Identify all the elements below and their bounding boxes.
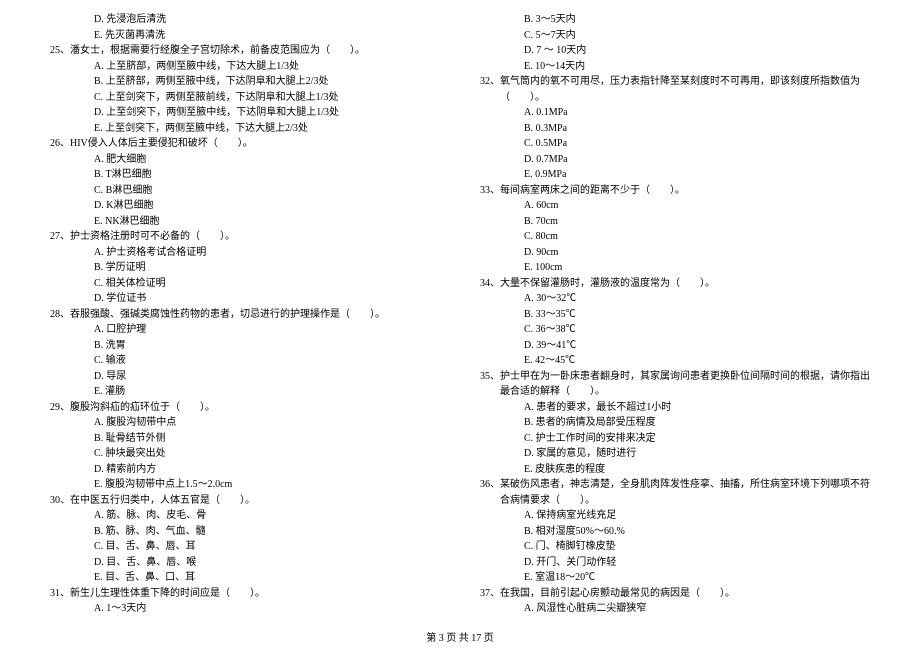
option-line: A. 筋、脉、肉、皮毛、骨 [50,508,440,524]
option-line: E. 先灭菌再清洗 [50,28,440,44]
option-line: D. K淋巴细胞 [50,198,440,214]
option-line: D. 7 ～ 10天内 [480,43,870,59]
page-footer: 第 3 页 共 17 页 [0,631,920,647]
option-line: E. 灌肠 [50,384,440,400]
option-line: A. 0.1MPa [480,105,870,121]
option-line: C. 护士工作时间的安排来决定 [480,431,870,447]
option-line: D. 上至剑突下，两侧至腋中线，下达阴阜和大腿上1/3处 [50,105,440,121]
option-line: A. 30～32℃ [480,291,870,307]
question-line: 37、在我国，目前引起心房颤动最常见的病因是（ ）。 [480,586,870,602]
option-line: C. 5～7天内 [480,28,870,44]
option-line: A. 肥大细胞 [50,152,440,168]
option-line: D. 目、舌、鼻、唇、喉 [50,555,440,571]
option-line: B. 耻骨结节外侧 [50,431,440,447]
option-line: A. 上至脐部，两侧至腋中线，下达大腿上1/3处 [50,59,440,75]
option-line: C. 目、舌、鼻、唇、耳 [50,539,440,555]
option-line: E. NK淋巴细胞 [50,214,440,230]
option-line: B. 上至脐部，两侧至腋中线，下达阴阜和大腿上2/3处 [50,74,440,90]
option-line: B. 筋、脉、肉、气血、髓 [50,524,440,540]
option-line: B. 0.3MPa [480,121,870,137]
option-line: E. 目、舌、鼻、口、耳 [50,570,440,586]
question-line: 36、某破伤风患者，神志清楚，全身肌肉阵发性痉挛、抽搐，所住病室环境下列哪项不符… [480,477,870,508]
option-line: C. 门、椅脚钉橡皮垫 [480,539,870,555]
option-line: C. 上至剑突下，两侧至腋前线，下达阴阜和大腿上1/3处 [50,90,440,106]
page: D. 先浸泡后清洗E. 先灭菌再清洗25、潘女士，根据需要行经腹全子宫切除术，前… [0,0,920,650]
option-line: D. 精索前内方 [50,462,440,478]
option-line: A. 护士资格考试合格证明 [50,245,440,261]
option-line: A. 1～3天内 [50,601,440,617]
option-line: B. 洗胃 [50,338,440,354]
columns: D. 先浸泡后清洗E. 先灭菌再清洗25、潘女士，根据需要行经腹全子宫切除术，前… [50,12,870,617]
option-line: A. 60cm [480,198,870,214]
question-line: 26、HIV侵入人体后主要侵犯和破坏（ ）。 [50,136,440,152]
option-line: E. 42～45℃ [480,353,870,369]
option-line: C. 0.5MPa [480,136,870,152]
option-line: D. 学位证书 [50,291,440,307]
option-line: B. 学历证明 [50,260,440,276]
option-line: D. 39～41℃ [480,338,870,354]
question-line: 35、护士甲在为一卧床患者翻身时，其家属询问患者更换卧位间隔时间的根据，请你指出… [480,369,870,400]
option-line: E. 皮肤疾患的程度 [480,462,870,478]
option-line: C. 80cm [480,229,870,245]
option-line: E. 0.9MPa [480,167,870,183]
option-line: A. 患者的要求，最长不超过1小时 [480,400,870,416]
option-line: C. B淋巴细胞 [50,183,440,199]
option-line: C. 相关体检证明 [50,276,440,292]
option-line: C. 输液 [50,353,440,369]
option-line: D. 先浸泡后清洗 [50,12,440,28]
option-line: B. 33～35℃ [480,307,870,323]
option-line: C. 肿块最突出处 [50,446,440,462]
question-line: 28、吞服强酸、强碱类腐蚀性药物的患者，切忌进行的护理操作是（ ）。 [50,307,440,323]
option-line: E. 100cm [480,260,870,276]
question-line: 30、在中医五行归类中，人体五官是（ ）。 [50,493,440,509]
question-line: 25、潘女士，根据需要行经腹全子宫切除术，前备皮范围应为（ ）。 [50,43,440,59]
question-line: 27、护士资格注册时可不必备的（ ）。 [50,229,440,245]
option-line: B. 70cm [480,214,870,230]
question-line: 34、大量不保留灌肠时，灌肠液的温度常为（ ）。 [480,276,870,292]
option-line: D. 家属的意见，随时进行 [480,446,870,462]
question-line: 32、氧气筒内的氧不可用尽，压力表指针降至某刻度时不可再用，即该刻度所指数值为（… [480,74,870,105]
right-column: B. 3～5天内C. 5～7天内D. 7 ～ 10天内E. 10～14天内32、… [480,12,870,617]
option-line: A. 腹股沟韧带中点 [50,415,440,431]
option-line: B. T淋巴细胞 [50,167,440,183]
option-line: E. 室温18～20℃ [480,570,870,586]
option-line: A. 风湿性心脏病二尖瓣狭窄 [480,601,870,617]
question-line: 33、每间病室两床之间的距离不少于（ ）。 [480,183,870,199]
left-column: D. 先浸泡后清洗E. 先灭菌再清洗25、潘女士，根据需要行经腹全子宫切除术，前… [50,12,440,617]
option-line: E. 上至剑突下，两侧至腋中线，下达大腿上2/3处 [50,121,440,137]
option-line: B. 患者的病情及局部受压程度 [480,415,870,431]
option-line: E. 腹股沟韧带中点上1.5～2.0cm [50,477,440,493]
question-line: 31、新生儿生理性体重下降的时间应是（ ）。 [50,586,440,602]
option-line: C. 36～38℃ [480,322,870,338]
option-line: B. 相对湿度50%～60.% [480,524,870,540]
option-line: D. 开门、关门动作轻 [480,555,870,571]
option-line: D. 0.7MPa [480,152,870,168]
option-line: A. 保持病室光线充足 [480,508,870,524]
option-line: E. 10～14天内 [480,59,870,75]
option-line: D. 导尿 [50,369,440,385]
option-line: D. 90cm [480,245,870,261]
option-line: A. 口腔护理 [50,322,440,338]
question-line: 29、腹股沟斜疝的疝环位于（ ）。 [50,400,440,416]
option-line: B. 3～5天内 [480,12,870,28]
